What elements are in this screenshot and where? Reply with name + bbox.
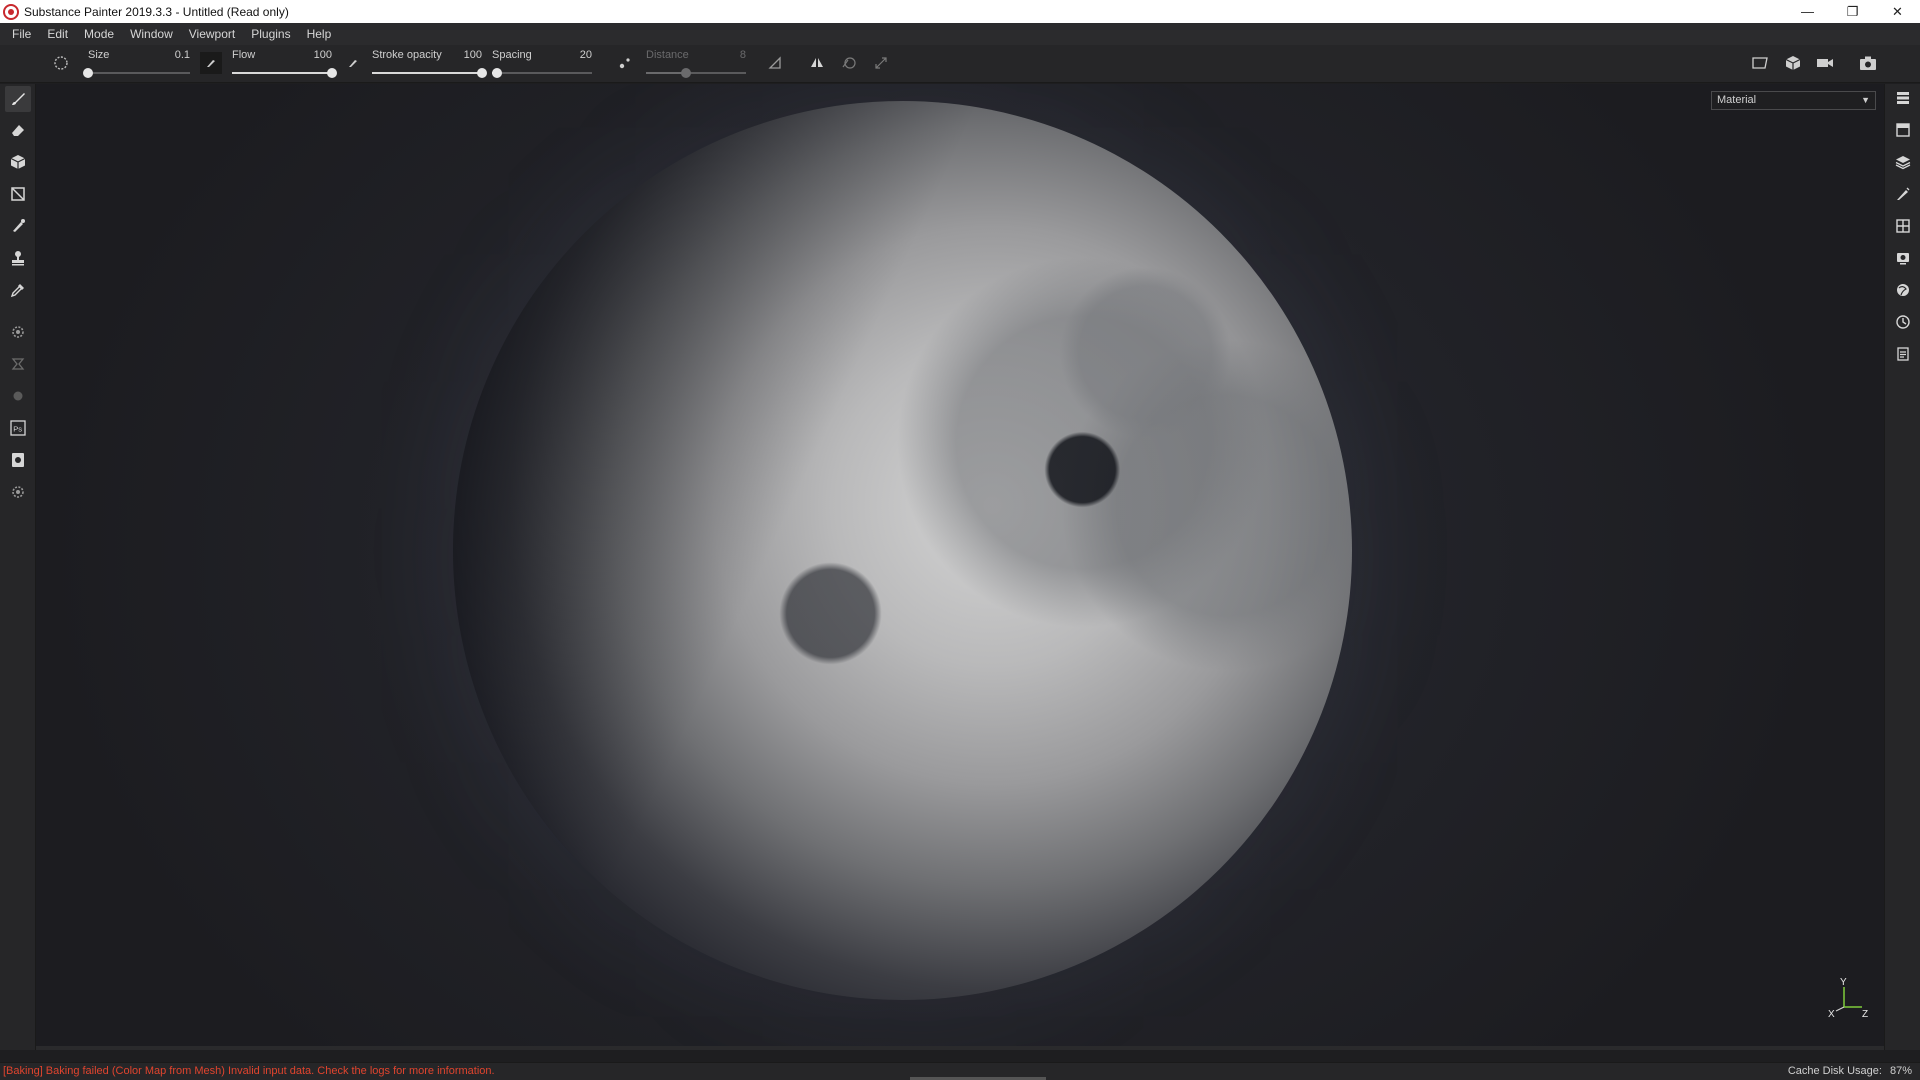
- size-label: Size: [88, 49, 110, 61]
- lazy-mouse-icon[interactable]: [614, 52, 636, 74]
- photoshop-icon[interactable]: Ps: [5, 415, 31, 441]
- projection-mode-icon[interactable]: [838, 52, 860, 74]
- menu-window[interactable]: Window: [122, 23, 181, 45]
- flow-label: Flow: [232, 49, 256, 61]
- stroke-opacity-value[interactable]: 100: [464, 49, 482, 61]
- polygon-fill-icon[interactable]: [5, 181, 31, 207]
- distance-track: [646, 68, 746, 78]
- display-settings-icon[interactable]: [1890, 213, 1916, 239]
- spacing-knob[interactable]: [492, 68, 502, 78]
- shelf-icon[interactable]: [1890, 277, 1916, 303]
- cache-value: 87%: [1889, 1065, 1912, 1077]
- axis-gizmo: Y X Z: [1826, 977, 1870, 1020]
- clone-stamp-icon[interactable]: [5, 245, 31, 271]
- status-error-message[interactable]: [Baking] Baking failed (Color Map from M…: [3, 1065, 495, 1077]
- status-bar: [Baking] Baking failed (Color Map from M…: [0, 1062, 1920, 1080]
- spacing-label: Spacing: [492, 49, 532, 61]
- substance-painter-logo-icon: [3, 3, 19, 20]
- paint-brush-icon[interactable]: [5, 86, 31, 112]
- moon-sphere-model[interactable]: [453, 101, 1352, 1000]
- flow-knob[interactable]: [327, 68, 337, 78]
- distance-value: 8: [739, 49, 746, 61]
- menu-plugins[interactable]: Plugins: [243, 23, 298, 45]
- menu-file[interactable]: File: [4, 23, 39, 45]
- tool-options-bar: Size 0.1 Flow 100 Stroke opacity 100 Spa…: [0, 45, 1920, 83]
- size-knob[interactable]: [83, 68, 93, 78]
- spacing-value[interactable]: 20: [580, 49, 592, 61]
- size-track[interactable]: [83, 68, 190, 78]
- left-toolbar: Ps: [0, 84, 36, 1050]
- 3d-viewport[interactable]: Material ▼ Y X Z: [36, 84, 1884, 1050]
- title-bar: Substance Painter 2019.3.3 - Untitled (R…: [0, 0, 1920, 23]
- svg-text:Ps: Ps: [13, 425, 22, 434]
- minimize-icon[interactable]: —: [1785, 0, 1830, 23]
- axis-z-label: Z: [1862, 1009, 1869, 1020]
- stroke-opacity-knob[interactable]: [477, 68, 487, 78]
- spacing-track[interactable]: [492, 68, 592, 78]
- smudge-icon[interactable]: [5, 213, 31, 239]
- distance-slider: Distance 8: [646, 45, 746, 83]
- export-icon[interactable]: [5, 447, 31, 473]
- right-toolbar: [1884, 84, 1920, 1050]
- menu-help[interactable]: Help: [299, 23, 340, 45]
- 3d-view-icon[interactable]: [1782, 52, 1804, 74]
- cache-label: Cache Disk Usage:: [1787, 1065, 1882, 1077]
- log-icon[interactable]: [1890, 341, 1916, 367]
- flow-track[interactable]: [232, 68, 337, 78]
- close-icon[interactable]: ✕: [1875, 0, 1920, 23]
- distance-fill: [646, 72, 686, 74]
- resource-icon[interactable]: [5, 479, 31, 505]
- layers-list-icon[interactable]: [1890, 85, 1916, 111]
- chevron-down-icon: ▼: [1861, 95, 1870, 105]
- history-icon[interactable]: [1890, 309, 1916, 335]
- axis-y-label: Y: [1840, 977, 1847, 988]
- brush-shape-icon[interactable]: [50, 52, 72, 74]
- eraser-icon[interactable]: [5, 117, 31, 143]
- alignment-icon[interactable]: [764, 52, 786, 74]
- stroke-opacity-fill: [372, 72, 482, 74]
- transform-icon[interactable]: [870, 52, 892, 74]
- size-slider[interactable]: Size 0.1: [83, 45, 190, 83]
- material-channel-value: Material: [1717, 94, 1757, 106]
- menu-edit[interactable]: Edit: [39, 23, 76, 45]
- camera-settings-icon[interactable]: [1890, 245, 1916, 271]
- stroke-opacity-pressure-icon[interactable]: [342, 52, 364, 74]
- flow-pressure-icon[interactable]: [200, 52, 222, 74]
- menu-viewport[interactable]: Viewport: [181, 23, 243, 45]
- spacing-slider[interactable]: Spacing 20: [492, 45, 592, 83]
- stroke-opacity-track[interactable]: [372, 68, 487, 78]
- flow-slider[interactable]: Flow 100: [232, 45, 337, 83]
- distance-label: Distance: [646, 49, 689, 61]
- camera-icon[interactable]: [1814, 52, 1836, 74]
- cache-disk-usage: Cache Disk Usage: 87%: [1788, 1065, 1912, 1077]
- stroke-opacity-slider[interactable]: Stroke opacity 100: [372, 45, 487, 83]
- window-controls: — ❐ ✕: [1785, 0, 1920, 23]
- bake-icon[interactable]: [5, 351, 31, 377]
- menu-mode[interactable]: Mode: [76, 23, 122, 45]
- projection-icon[interactable]: [5, 149, 31, 175]
- layer-stack-icon[interactable]: [1890, 149, 1916, 175]
- flow-fill: [232, 72, 332, 74]
- brush-properties-icon[interactable]: [1890, 181, 1916, 207]
- restore-icon[interactable]: ❐: [1830, 0, 1875, 23]
- distance-knob: [681, 68, 691, 78]
- axis-x-label: X: [1828, 1009, 1835, 1020]
- material-channel-select[interactable]: Material ▼: [1711, 91, 1876, 110]
- settings-icon[interactable]: [5, 319, 31, 345]
- texture-set-icon[interactable]: [1890, 117, 1916, 143]
- stroke-opacity-label: Stroke opacity: [372, 49, 442, 61]
- menu-bar: File Edit Mode Window Viewport Plugins H…: [0, 23, 1920, 45]
- 2d-view-icon[interactable]: [1749, 52, 1771, 74]
- screenshot-icon[interactable]: [1857, 52, 1879, 74]
- viewport-scrollbar[interactable]: [36, 1046, 1884, 1050]
- size-value[interactable]: 0.1: [175, 49, 190, 61]
- color-picker-icon[interactable]: [5, 277, 31, 303]
- window-title: Substance Painter 2019.3.3 - Untitled (R…: [24, 4, 289, 19]
- plugin-icon[interactable]: [5, 383, 31, 409]
- flow-value[interactable]: 100: [314, 49, 332, 61]
- symmetry-icon[interactable]: [806, 52, 828, 74]
